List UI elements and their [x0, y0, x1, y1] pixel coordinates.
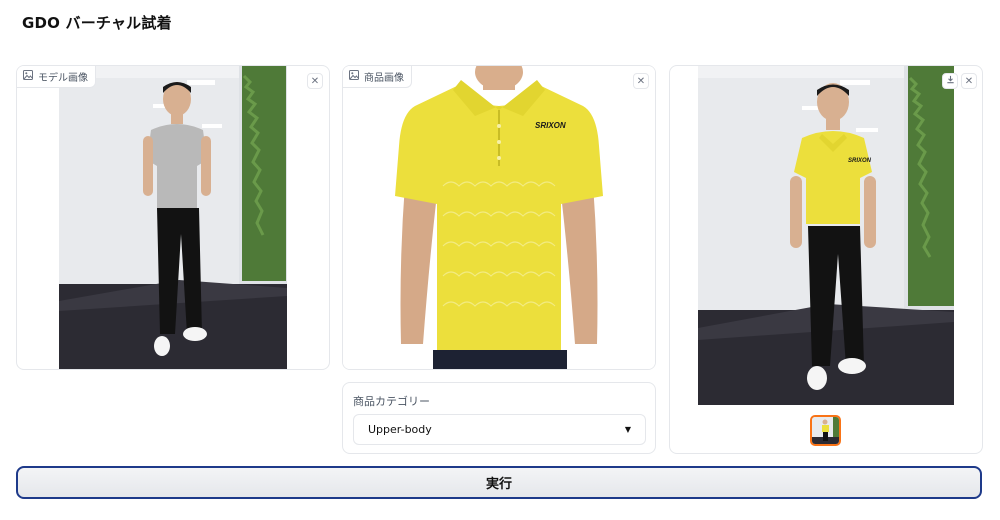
category-panel: 商品カテゴリー Upper-body ▼	[342, 382, 656, 454]
garment-image-panel[interactable]: 商品画像 ✕ SRIXON	[342, 65, 656, 370]
image-icon	[23, 70, 33, 83]
category-label: 商品カテゴリー	[353, 395, 430, 408]
model-image-clear-button[interactable]: ✕	[307, 73, 323, 89]
run-button[interactable]: 実行	[16, 466, 982, 499]
result-thumbnail[interactable]	[810, 415, 841, 446]
category-selected-value: Upper-body	[368, 423, 432, 436]
model-image-label: モデル画像	[17, 66, 96, 88]
result-clear-button[interactable]: ✕	[961, 73, 977, 89]
caret-down-icon: ▼	[624, 425, 631, 434]
garment-photo: SRIXON	[343, 66, 655, 369]
model-image-panel[interactable]: モデル画像 ✕	[16, 65, 330, 370]
model-image-label-text: モデル画像	[38, 73, 88, 84]
garment-image-label-text: 商品画像	[364, 73, 404, 84]
model-photo	[59, 66, 287, 369]
garment-logo-text: SRIXON	[535, 121, 566, 130]
download-button[interactable]	[942, 73, 958, 89]
result-photo: SRIXON	[698, 66, 954, 405]
garment-image-clear-button[interactable]: ✕	[633, 73, 649, 89]
download-icon	[946, 75, 955, 87]
image-icon	[349, 70, 359, 83]
page-title: GDO バーチャル試着	[22, 14, 172, 32]
category-select[interactable]: Upper-body ▼	[353, 414, 646, 445]
result-image-panel[interactable]: ✕ SRIXON	[669, 65, 983, 454]
close-icon: ✕	[964, 75, 974, 87]
result-logo-text: SRIXON	[848, 158, 872, 164]
close-icon: ✕	[310, 75, 320, 87]
garment-image-label: 商品画像	[343, 66, 412, 88]
close-icon: ✕	[636, 75, 646, 87]
